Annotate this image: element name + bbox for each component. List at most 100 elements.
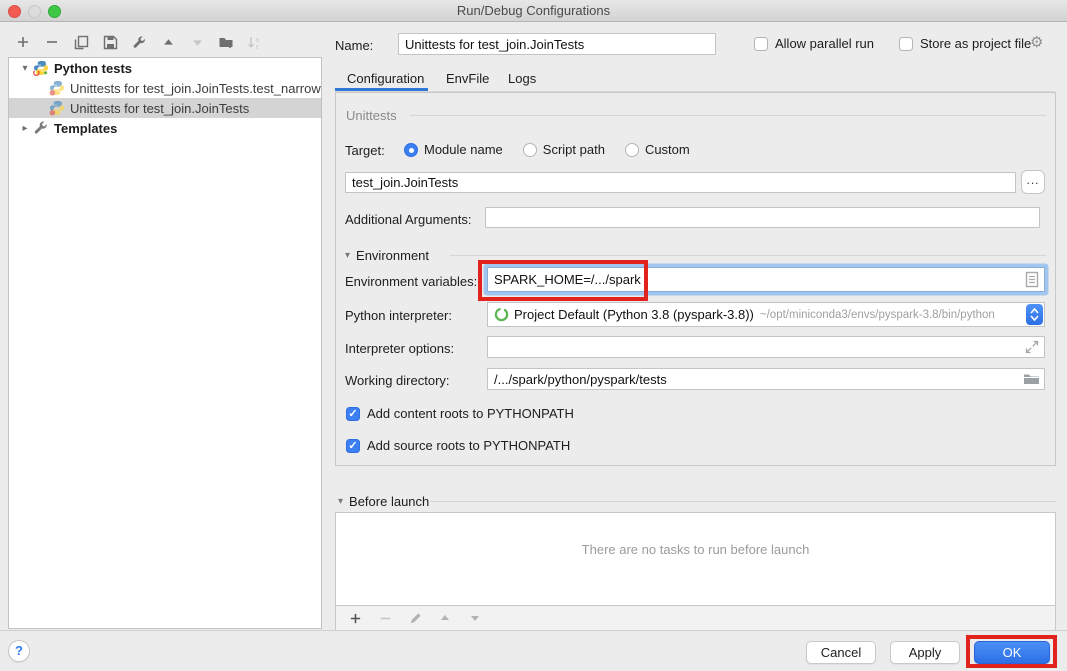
combo-stepper-icon[interactable] <box>1026 304 1043 325</box>
before-launch-empty-text: There are no tasks to run before launch <box>335 542 1056 557</box>
name-input[interactable] <box>398 33 716 55</box>
pencil-icon <box>409 612 422 625</box>
chevron-down-icon[interactable]: ▾ <box>338 496 343 507</box>
folder-icon[interactable] <box>1023 372 1040 386</box>
minus-icon <box>379 612 392 625</box>
conda-environment-icon <box>494 307 509 322</box>
sort-configurations-button[interactable]: az <box>246 33 264 51</box>
help-button[interactable]: ? <box>8 640 30 662</box>
tab-logs[interactable]: Logs <box>508 71 536 86</box>
arrow-up-icon <box>162 36 175 49</box>
tree-item-label: Unittests for test_join.JoinTests <box>70 101 249 116</box>
remove-task-button[interactable] <box>376 609 394 627</box>
tree-item-label: Unittests for test_join.JoinTests.test_n… <box>70 81 321 96</box>
gear-icon[interactable]: ⚙ <box>1030 33 1043 51</box>
tree-item-python-tests[interactable]: ▾ Python tests <box>9 58 321 78</box>
tab-configuration[interactable]: Configuration <box>347 71 424 86</box>
before-launch-toolbar <box>335 606 1056 631</box>
target-module-name-option[interactable]: Module name <box>424 142 503 157</box>
interpreter-value: Project Default (Python 3.8 (pyspark-3.8… <box>514 307 754 322</box>
environment-header-label: Environment <box>356 248 429 263</box>
add-task-button[interactable] <box>346 609 364 627</box>
tree-item-jointests-selected[interactable]: Unittests for test_join.JoinTests <box>9 98 321 118</box>
tree-item-label: Templates <box>54 121 117 136</box>
target-input[interactable] <box>345 172 1016 193</box>
save-icon <box>103 35 118 50</box>
environment-section-header[interactable]: ▾ Environment <box>345 248 429 263</box>
tab-envfile[interactable]: EnvFile <box>446 71 489 86</box>
apply-button[interactable]: Apply <box>890 641 960 664</box>
interpreter-options-input[interactable] <box>487 336 1045 358</box>
target-custom-option[interactable]: Custom <box>645 142 690 157</box>
chevron-down-icon[interactable]: ▾ <box>345 250 350 261</box>
browse-env-variables-icon[interactable] <box>1024 271 1040 288</box>
new-folder-icon <box>218 35 234 50</box>
copy-configuration-button[interactable] <box>72 33 90 51</box>
window-title: Run/Debug Configurations <box>0 3 1067 18</box>
sort-az-icon: az <box>247 35 263 50</box>
before-launch-section-header[interactable]: ▾ Before launch <box>338 494 429 509</box>
plus-icon <box>16 35 30 49</box>
environment-variables-input[interactable] <box>487 267 1045 292</box>
additional-arguments-input[interactable] <box>485 207 1040 228</box>
configurations-tree: ▾ Python tests Unittests for test_join.J… <box>8 57 322 629</box>
add-source-roots-checkbox[interactable]: ✓ Add source roots to PYTHONPATH <box>346 438 570 453</box>
chevron-right-icon[interactable]: ▸ <box>17 123 33 134</box>
expand-field-icon[interactable] <box>1025 340 1039 354</box>
tree-item-templates[interactable]: ▸ Templates <box>9 118 321 138</box>
wrench-icon <box>33 120 49 136</box>
save-configuration-button[interactable] <box>101 33 119 51</box>
edit-task-button[interactable] <box>406 609 424 627</box>
python-interpreter-select[interactable]: Project Default (Python 3.8 (pyspark-3.8… <box>487 302 1045 327</box>
browse-target-button[interactable]: ... <box>1021 170 1045 194</box>
radio-unselected-icon[interactable] <box>625 143 639 157</box>
cancel-button[interactable]: Cancel <box>806 641 876 664</box>
interpreter-path: ~/opt/miniconda3/envs/pyspark-3.8/bin/py… <box>760 309 995 321</box>
svg-text:z: z <box>256 43 259 50</box>
target-script-path-option[interactable]: Script path <box>543 142 605 157</box>
python-interpreter-label: Python interpreter: <box>345 308 452 323</box>
before-launch-header-label: Before launch <box>349 494 429 509</box>
run-debug-configurations-dialog: Run/Debug Configurations az ▾ <box>0 0 1067 671</box>
move-up-button[interactable] <box>159 33 177 51</box>
new-folder-button[interactable] <box>217 33 235 51</box>
move-down-button[interactable] <box>188 33 206 51</box>
interpreter-options-label: Interpreter options: <box>345 341 454 356</box>
python-icon <box>33 60 49 76</box>
title-bar: Run/Debug Configurations <box>0 0 1067 22</box>
environment-section-rule <box>450 255 1046 256</box>
target-radio-group: Module name Script path Custom <box>404 142 704 157</box>
add-content-roots-checkbox[interactable]: ✓ Add content roots to PYTHONPATH <box>346 406 574 421</box>
checkbox-checked-icon[interactable]: ✓ <box>346 439 360 453</box>
add-configuration-button[interactable] <box>14 33 32 51</box>
footer-separator <box>0 630 1067 631</box>
copy-icon <box>74 35 89 50</box>
tree-item-test-narrow[interactable]: Unittests for test_join.JoinTests.test_n… <box>9 78 321 98</box>
chevron-down-icon[interactable]: ▾ <box>17 63 33 74</box>
arrow-up-icon <box>439 612 451 624</box>
radio-selected-icon[interactable] <box>404 143 418 157</box>
python-test-icon <box>49 80 65 96</box>
allow-parallel-run-checkbox[interactable]: Allow parallel run <box>754 36 874 51</box>
store-as-project-file-checkbox[interactable]: Store as project file <box>899 36 1031 51</box>
store-as-project-file-label: Store as project file <box>920 36 1031 51</box>
add-content-roots-label: Add content roots to PYTHONPATH <box>367 406 574 421</box>
move-task-down-button[interactable] <box>466 609 484 627</box>
move-task-up-button[interactable] <box>436 609 454 627</box>
checkbox-unchecked-icon[interactable] <box>754 37 768 51</box>
checkbox-unchecked-icon[interactable] <box>899 37 913 51</box>
name-label: Name: <box>335 38 373 53</box>
ok-button[interactable]: OK <box>974 641 1050 664</box>
working-directory-label: Working directory: <box>345 373 450 388</box>
plus-icon <box>349 612 362 625</box>
before-launch-task-list <box>335 512 1056 606</box>
additional-arguments-label: Additional Arguments: <box>345 212 471 227</box>
group-title: Unittests <box>346 108 397 123</box>
working-directory-input[interactable] <box>487 368 1045 390</box>
radio-unselected-icon[interactable] <box>523 143 537 157</box>
remove-configuration-button[interactable] <box>43 33 61 51</box>
edit-templates-button[interactable] <box>130 33 148 51</box>
python-test-icon <box>49 100 65 116</box>
wrench-icon <box>132 35 147 50</box>
checkbox-checked-icon[interactable]: ✓ <box>346 407 360 421</box>
